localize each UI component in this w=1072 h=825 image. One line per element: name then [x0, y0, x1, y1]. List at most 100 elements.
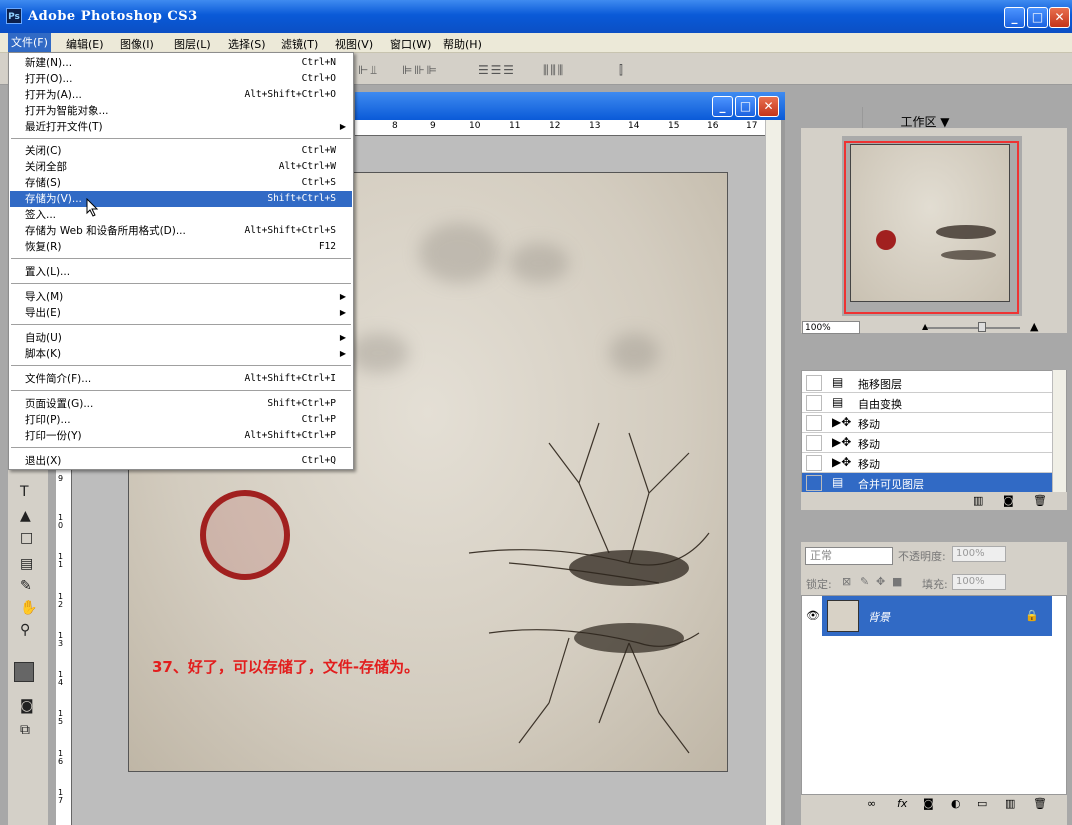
- history-row[interactable]: ▶✥ 移动: [802, 453, 1052, 473]
- eye-icon[interactable]: 👁: [806, 609, 820, 622]
- layer-style-icon[interactable]: fx: [897, 797, 907, 810]
- submenu-arrow-icon: ▶: [339, 308, 346, 317]
- auto-align-icon[interactable]: ⫿: [619, 63, 623, 78]
- history-row[interactable]: ▶✥ 移动: [802, 413, 1052, 433]
- history-snapshot-box[interactable]: [806, 455, 822, 471]
- menu-item-shortcut: Alt+Ctrl+W: [278, 161, 336, 172]
- add-mask-icon[interactable]: ◙: [923, 797, 934, 810]
- new-group-icon[interactable]: ▭: [977, 797, 987, 810]
- menu-item-print[interactable]: 打印(P)... Ctrl+P: [10, 412, 352, 428]
- photoshop-logo-icon: Ps: [6, 8, 22, 24]
- fill-field[interactable]: 100%: [952, 574, 1006, 590]
- opacity-field[interactable]: 100%: [952, 546, 1006, 562]
- align-left-icon[interactable]: ⊩ ⫫: [358, 63, 377, 78]
- submenu-arrow-icon: ▶: [339, 333, 346, 342]
- close-button[interactable]: ✕: [1049, 7, 1070, 28]
- menu-item-save-for-web[interactable]: 存储为 Web 和设备所用格式(D)... Alt+Shift+Ctrl+S: [10, 223, 352, 239]
- menu-item-check-in[interactable]: 签入...: [10, 207, 352, 223]
- menu-item-save[interactable]: 存储(S) Ctrl+S: [10, 175, 352, 191]
- link-layers-icon[interactable]: ∞: [867, 797, 876, 810]
- history-row[interactable]: ▤ 拖移图层: [802, 373, 1052, 393]
- history-snapshot-box[interactable]: [806, 415, 822, 431]
- menu-item-place[interactable]: 置入(L)...: [10, 264, 352, 280]
- zoom-in-icon[interactable]: ▲: [1030, 320, 1038, 333]
- document-vertical-scrollbar[interactable]: [765, 120, 781, 825]
- history-scrollbar[interactable]: [1052, 370, 1066, 492]
- menu-item-revert[interactable]: 恢复(R) F12: [10, 239, 352, 255]
- history-snapshot-box[interactable]: [806, 375, 822, 391]
- menu-layer[interactable]: 图层(L): [174, 36, 211, 52]
- menu-item-open-smart-object[interactable]: 打开为智能对象...: [10, 103, 352, 119]
- quick-mask-icon[interactable]: ◙: [20, 698, 34, 714]
- menu-item-automate[interactable]: 自动(U) ▶: [10, 330, 352, 346]
- trash-icon[interactable]: 🗑: [1033, 494, 1047, 507]
- menu-select[interactable]: 选择(S): [228, 36, 266, 52]
- minimize-button[interactable]: _: [1004, 7, 1025, 28]
- history-snapshot-box[interactable]: [806, 435, 822, 451]
- menu-filter[interactable]: 滤镜(T): [281, 36, 318, 52]
- rectangle-tool-icon[interactable]: □: [20, 530, 33, 546]
- maximize-button[interactable]: □: [1027, 7, 1048, 28]
- type-tool-icon[interactable]: T: [20, 484, 29, 500]
- lock-transparent-icon[interactable]: ⊠: [842, 575, 851, 588]
- doc-close-button[interactable]: ✕: [758, 96, 779, 117]
- menu-item-label: 恢复(R): [25, 241, 62, 253]
- history-snapshot-box[interactable]: [806, 475, 822, 491]
- menu-item-open-as[interactable]: 打开为(A)... Alt+Shift+Ctrl+O: [10, 87, 352, 103]
- menu-item-shortcut: Ctrl+P: [301, 414, 336, 425]
- menu-item-file-info[interactable]: 文件简介(F)... Alt+Shift+Ctrl+I: [10, 371, 352, 387]
- zoom-out-icon[interactable]: ▲: [922, 322, 928, 331]
- blend-mode-select[interactable]: 正常: [805, 547, 893, 565]
- path-select-tool-icon[interactable]: ▲: [20, 508, 31, 524]
- menu-item-close[interactable]: 关闭(C) Ctrl+W: [10, 143, 352, 159]
- eyedropper-tool-icon[interactable]: ✎: [20, 578, 32, 594]
- hand-tool-icon[interactable]: ✋: [20, 600, 37, 616]
- distribute-top-icon[interactable]: ☰ ☰ ☰: [478, 63, 514, 77]
- menu-item-label: 打印一份(Y): [25, 430, 82, 442]
- menu-item-export[interactable]: 导出(E) ▶: [10, 305, 352, 321]
- lock-position-icon[interactable]: ✥: [876, 575, 885, 588]
- menu-edit[interactable]: 编辑(E): [66, 36, 104, 52]
- menu-item-label: 文件简介(F)...: [25, 373, 92, 385]
- menu-item-scripts[interactable]: 脚本(K) ▶: [10, 346, 352, 362]
- screen-mode-icon[interactable]: ⧉: [20, 722, 30, 738]
- foreground-color-swatch[interactable]: [14, 662, 34, 682]
- menu-view[interactable]: 视图(V): [335, 36, 373, 52]
- doc-minimize-button[interactable]: _: [712, 96, 733, 117]
- delete-layer-icon[interactable]: 🗑: [1033, 797, 1047, 810]
- zoom-slider-track[interactable]: [925, 327, 1020, 329]
- align-bottom-icon[interactable]: ⊫ ⊪ ⊫: [402, 63, 437, 77]
- zoom-tool-icon[interactable]: ⚲: [20, 622, 30, 638]
- notes-tool-icon[interactable]: ▤: [20, 556, 33, 572]
- doc-maximize-button[interactable]: □: [735, 96, 756, 117]
- menu-help[interactable]: 帮助(H): [443, 36, 482, 52]
- adjustment-layer-icon[interactable]: ◐: [951, 797, 961, 810]
- distribute-left-icon[interactable]: ⫼ ⫼ ⫼: [543, 63, 563, 78]
- menu-item-new[interactable]: 新建(N)... Ctrl+N: [10, 55, 352, 71]
- navigator-view-box[interactable]: [844, 141, 1019, 314]
- new-document-icon[interactable]: ▥: [973, 494, 983, 507]
- menu-item-save-as[interactable]: 存储为(V)... Shift+Ctrl+S: [10, 191, 352, 207]
- menu-item-recent-files[interactable]: 最近打开文件(T) ▶: [10, 119, 352, 135]
- menu-item-label: 退出(X): [25, 455, 62, 467]
- menu-item-page-setup[interactable]: 页面设置(G)... Shift+Ctrl+P: [10, 396, 352, 412]
- menu-image[interactable]: 图像(I): [120, 36, 154, 52]
- menu-item-exit[interactable]: 退出(X) Ctrl+Q: [10, 453, 352, 469]
- menu-window[interactable]: 窗口(W): [390, 36, 431, 52]
- menu-item-open[interactable]: 打开(O)... Ctrl+O: [10, 71, 352, 87]
- lock-image-icon[interactable]: ✎: [860, 575, 869, 588]
- history-row[interactable]: ▤ 自由变换: [802, 393, 1052, 413]
- history-snapshot-box[interactable]: [806, 395, 822, 411]
- zoom-slider-handle[interactable]: [978, 322, 986, 332]
- history-row[interactable]: ▶✥ 移动: [802, 433, 1052, 453]
- lock-all-icon[interactable]: ■: [892, 575, 902, 588]
- menu-item-close-all[interactable]: 关闭全部 Alt+Ctrl+W: [10, 159, 352, 175]
- ruler-tick: 1 1: [58, 552, 64, 569]
- menu-item-print-one-copy[interactable]: 打印一份(Y) Alt+Shift+Ctrl+P: [10, 428, 352, 444]
- menu-item-import[interactable]: 导入(M) ▶: [10, 289, 352, 305]
- new-layer-icon[interactable]: ▥: [1005, 797, 1015, 810]
- menu-file[interactable]: 文件(F): [8, 33, 51, 52]
- snapshot-icon[interactable]: ◙: [1003, 494, 1014, 507]
- history-row-selected[interactable]: ▤ 合并可见图层: [802, 473, 1052, 493]
- zoom-field[interactable]: 100%: [802, 321, 860, 334]
